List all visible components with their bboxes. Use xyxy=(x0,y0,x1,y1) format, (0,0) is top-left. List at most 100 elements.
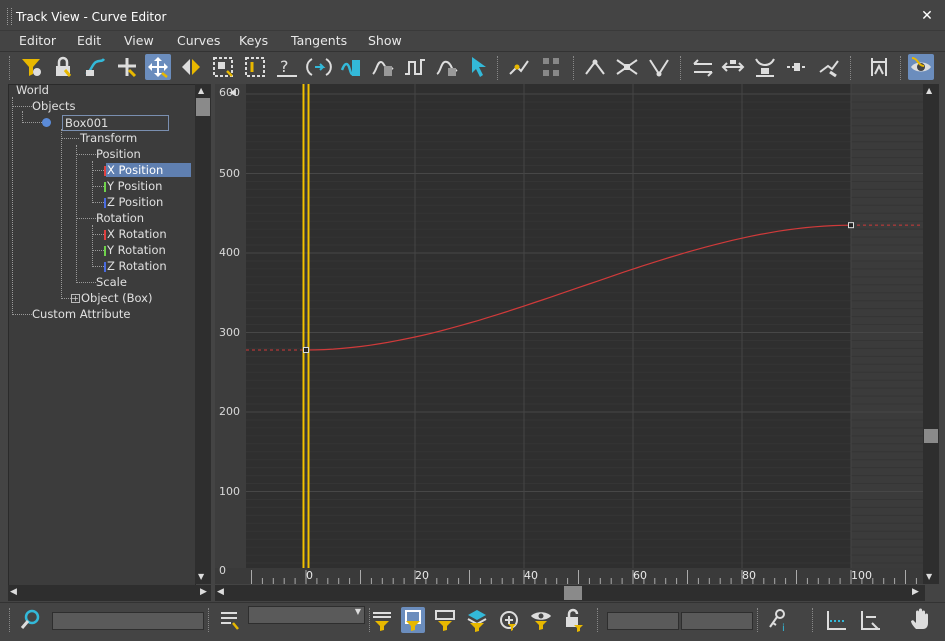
tree-line xyxy=(92,266,104,268)
menu-tangents[interactable]: Tangents xyxy=(291,33,347,48)
scroll-up-icon[interactable]: ▲ xyxy=(926,86,932,95)
tree-item-object-box[interactable]: Object (Box) xyxy=(81,291,152,305)
layers-icon[interactable] xyxy=(465,607,489,633)
slow-tangent-icon[interactable] xyxy=(690,54,716,80)
tree-item-box001[interactable]: Box001 xyxy=(62,115,170,131)
key-point[interactable] xyxy=(848,222,854,229)
x-tick-label: 80 xyxy=(742,569,756,582)
tree-line xyxy=(92,186,104,188)
menu-curves[interactable]: Curves xyxy=(177,33,220,48)
menu-keys[interactable]: Keys xyxy=(239,33,268,48)
scroll-left-icon[interactable]: ◀ xyxy=(10,587,17,597)
x-tick-label: 40 xyxy=(524,569,538,582)
ease-curve-icon[interactable] xyxy=(434,54,460,80)
tree-item-y-position[interactable]: Y Position xyxy=(107,179,162,193)
auto-tangent-icon[interactable] xyxy=(582,54,608,80)
curve-canvas[interactable] xyxy=(215,84,925,584)
step-tangent-icon[interactable] xyxy=(720,54,746,80)
list-filter-icon[interactable] xyxy=(218,607,242,633)
add-keys-icon[interactable] xyxy=(114,54,140,80)
scale-keys-icon[interactable] xyxy=(210,54,236,80)
tree-item-z-rotation[interactable]: Z Rotation xyxy=(107,259,167,273)
svg-text:?: ? xyxy=(280,57,289,76)
frame-horizontal-icon[interactable] xyxy=(824,607,848,633)
scroll-left-icon[interactable]: ◀ xyxy=(217,587,224,597)
graph-hscroll-thumb[interactable] xyxy=(564,586,582,600)
curve-graph[interactable]: 600 ◀ 500 400 300 200 100 0 0 20 40 60 8… xyxy=(215,84,925,584)
bottom-toolbar: ▼ i xyxy=(0,602,945,641)
menu-editor[interactable]: Editor xyxy=(19,33,56,48)
filter-animated-icon[interactable] xyxy=(401,607,425,633)
controller-tree[interactable]: World Objects Box001 Transform Position … xyxy=(8,83,196,586)
tree-horizontal-scrollbar[interactable]: ◀ ▶ xyxy=(8,585,211,601)
scroll-right-icon[interactable]: ▶ xyxy=(912,587,919,597)
menu-edit[interactable]: Edit xyxy=(77,33,101,48)
show-keyable-icon[interactable] xyxy=(908,54,934,80)
title-bar[interactable]: Track View - Curve Editor ✕ xyxy=(0,0,945,30)
lock-selection-icon[interactable] xyxy=(50,54,76,80)
spline-tangent-icon[interactable] xyxy=(614,54,640,80)
unify-tangents-icon[interactable] xyxy=(866,54,892,80)
graph-vscroll-thumb[interactable] xyxy=(924,429,938,443)
frame-value-icon[interactable] xyxy=(858,607,882,633)
track-name-field[interactable] xyxy=(52,612,204,630)
draw-curves-icon[interactable] xyxy=(338,54,364,80)
key-stats-icon[interactable]: i xyxy=(766,607,790,633)
scale-values-icon[interactable] xyxy=(242,54,268,80)
select-keys-icon[interactable] xyxy=(466,54,492,80)
key-point[interactable] xyxy=(303,346,309,353)
align-keys-icon[interactable] xyxy=(538,54,564,80)
frame-field[interactable] xyxy=(607,612,679,630)
close-icon[interactable]: ✕ xyxy=(919,8,935,24)
scroll-down-icon[interactable]: ▼ xyxy=(926,572,932,581)
value-field[interactable] xyxy=(681,612,753,630)
x-axis-icon xyxy=(104,230,106,240)
tree-vertical-scrollbar[interactable]: ▲ ▼ xyxy=(195,84,211,584)
smooth-tangent-icon[interactable] xyxy=(784,54,810,80)
filter-unlocked-icon[interactable] xyxy=(561,607,585,633)
selection-dropdown[interactable]: ▼ xyxy=(248,606,365,624)
tree-line xyxy=(92,225,94,267)
retime-tool-icon[interactable] xyxy=(306,54,332,80)
parameter-curve-icon[interactable] xyxy=(402,54,428,80)
reduce-keys-icon[interactable] xyxy=(370,54,396,80)
region-tool-icon[interactable]: ? xyxy=(274,54,300,80)
graph-horizontal-scrollbar[interactable]: ◀ ▶ xyxy=(215,585,925,601)
slide-keys-icon[interactable] xyxy=(178,54,204,80)
tree-item-scale[interactable]: Scale xyxy=(96,275,127,289)
tree-line xyxy=(76,145,78,283)
expand-icon[interactable]: + xyxy=(71,294,80,303)
filter-icon[interactable] xyxy=(18,54,44,80)
graph-vertical-scrollbar[interactable]: ▲ ▼ xyxy=(923,84,939,584)
menu-view[interactable]: View xyxy=(124,33,154,48)
tree-item-objects[interactable]: Objects xyxy=(32,99,75,113)
linear-tangent-icon[interactable] xyxy=(752,54,778,80)
fast-tangent-icon[interactable] xyxy=(646,54,672,80)
tree-item-x-position[interactable]: X Position xyxy=(106,163,191,177)
scroll-up-icon[interactable]: ▲ xyxy=(198,86,204,95)
filter-visible-icon[interactable] xyxy=(529,607,553,633)
break-tangents-icon[interactable] xyxy=(816,54,842,80)
scroll-right-icon[interactable]: ▶ xyxy=(200,587,207,597)
tree-item-world[interactable]: World xyxy=(16,83,49,97)
key-tangent-icon[interactable] xyxy=(506,54,532,80)
zoom-icon[interactable] xyxy=(18,607,42,633)
tree-item-rotation[interactable]: Rotation xyxy=(96,211,144,225)
value-ruler-arrow-icon[interactable]: ◀ xyxy=(229,88,236,98)
tree-item-custom-attribute[interactable]: Custom Attribute xyxy=(32,307,131,321)
tree-item-y-rotation[interactable]: Y Rotation xyxy=(107,243,166,257)
tree-item-position[interactable]: Position xyxy=(96,147,141,161)
scroll-down-icon[interactable]: ▼ xyxy=(198,572,204,581)
move-keys-icon[interactable] xyxy=(145,54,171,80)
pan-hand-icon[interactable] xyxy=(908,607,932,633)
snap-frames-icon[interactable] xyxy=(82,54,108,80)
filter-keyable-icon[interactable] xyxy=(433,607,457,633)
drag-grip[interactable] xyxy=(7,8,12,25)
tree-scroll-thumb[interactable] xyxy=(196,98,210,116)
tree-item-x-rotation[interactable]: X Rotation xyxy=(107,227,167,241)
menu-show[interactable]: Show xyxy=(368,33,402,48)
tree-item-z-position[interactable]: Z Position xyxy=(107,195,163,209)
filter-selected-icon[interactable] xyxy=(370,607,394,633)
filter-controllers-icon[interactable] xyxy=(497,607,521,633)
tree-item-transform[interactable]: Transform xyxy=(80,131,137,145)
